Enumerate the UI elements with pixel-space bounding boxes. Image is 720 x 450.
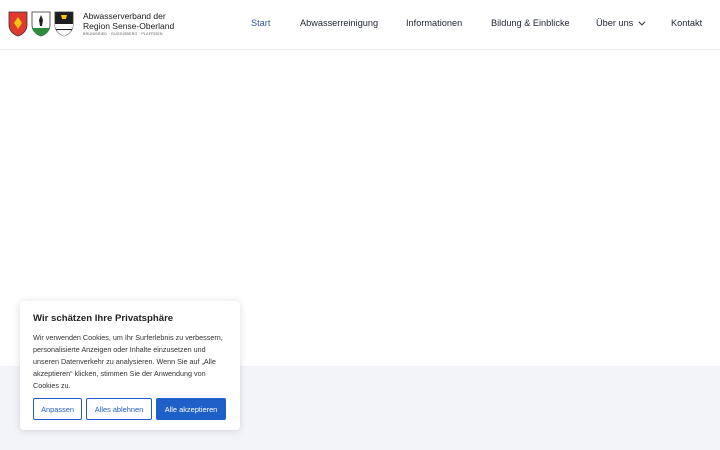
nav-item-bildung[interactable]: Bildung & Einblicke (491, 18, 570, 28)
cookie-title: Wir schätzen Ihre Privatsphäre (33, 313, 174, 324)
nav-item-informationen[interactable]: Informationen (406, 18, 462, 28)
nav-item-kontakt[interactable]: Kontakt (671, 18, 702, 28)
cookie-text: Wir verwenden Cookies, um Ihr Surferlebn… (33, 333, 223, 390)
nav-item-abwasserreinigung[interactable]: Abwasserreinigung (300, 18, 378, 28)
reject-all-button[interactable]: Alles ablehnen (86, 398, 152, 420)
cookie-banner: Wir schätzen Ihre Privatsphäre Wir verwe… (20, 301, 240, 430)
site-header: Abwasserverband der Region Sense-Oberlan… (0, 0, 720, 50)
main-nav: Start Abwasserreinigung Informationen Bi… (0, 18, 720, 32)
nav-item-ueber-uns-label: Über uns (596, 18, 634, 28)
org-communes: BRÜNISRIED · GUGGISBERG · PLAFFEIEN (83, 32, 163, 37)
accept-all-button[interactable]: Alle akzeptieren (156, 398, 226, 420)
nav-item-start[interactable]: Start (251, 18, 270, 28)
customize-button[interactable]: Anpassen (33, 398, 82, 420)
cookie-buttons: Anpassen Alles ablehnen Alle akzeptieren (33, 398, 226, 420)
chevron-down-icon (638, 18, 646, 26)
nav-item-ueber-uns[interactable]: Über uns (596, 18, 646, 28)
